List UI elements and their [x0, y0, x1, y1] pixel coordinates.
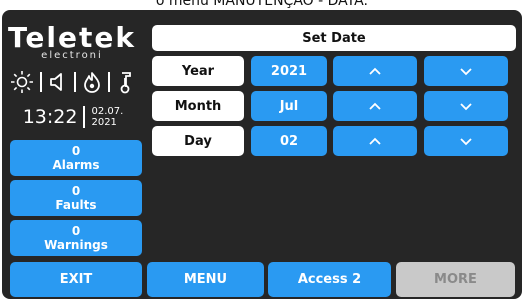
more-button[interactable]: MORE [396, 262, 515, 297]
month-increase-button[interactable] [333, 91, 417, 121]
access-level-button[interactable]: Access 2 [268, 262, 391, 297]
brand-name: Teletek [8, 21, 136, 54]
clock-display: 13:22 02.07. 2021 [10, 102, 136, 132]
speaker-icon [48, 71, 68, 93]
thermometer-icon [116, 70, 134, 94]
sun-icon [10, 70, 34, 94]
year-value: 2021 [251, 56, 327, 86]
clock-date: 02.07. 2021 [91, 106, 123, 128]
menu-button[interactable]: MENU [147, 262, 264, 297]
faults-count: 0 [71, 184, 81, 198]
warnings-label: Warnings [44, 238, 108, 252]
clock-time: 13:22 [22, 106, 78, 128]
faults-label: Faults [55, 198, 97, 212]
year-decrease-button[interactable] [424, 56, 508, 86]
month-decrease-button[interactable] [424, 91, 508, 121]
panel-screen: Teletek electroni 13:22 02.07. 2021 0 Al… [2, 10, 522, 299]
day-value: 02 [251, 126, 327, 156]
year-label: Year [152, 56, 244, 86]
alarms-button[interactable]: 0 Alarms [10, 140, 142, 176]
status-icons [10, 69, 134, 95]
month-value: Jul [251, 91, 327, 121]
chevron-down-icon [460, 137, 472, 145]
flame-icon [82, 71, 102, 93]
chevron-up-icon [369, 102, 381, 110]
set-date-title: Set Date [152, 25, 516, 51]
day-decrease-button[interactable] [424, 126, 508, 156]
exit-button[interactable]: EXIT [10, 262, 142, 297]
clock-date-year: 2021 [91, 117, 117, 128]
day-label: Day [152, 126, 244, 156]
chevron-up-icon [369, 67, 381, 75]
icon-divider [74, 72, 76, 92]
month-label: Month [152, 91, 244, 121]
clock-date-day: 02.07. [91, 106, 124, 117]
faults-button[interactable]: 0 Faults [10, 180, 142, 216]
page-caption: o menu MANUTENÇÃO - DATA: [155, 0, 369, 9]
clock-divider [83, 106, 86, 128]
chevron-down-icon [460, 102, 472, 110]
year-increase-button[interactable] [333, 56, 417, 86]
alarms-count: 0 [71, 144, 81, 158]
icon-divider [108, 72, 110, 92]
alarms-label: Alarms [52, 158, 100, 172]
chevron-up-icon [369, 137, 381, 145]
chevron-down-icon [460, 67, 472, 75]
brand-logo: Teletek electroni [8, 24, 136, 62]
day-increase-button[interactable] [333, 126, 417, 156]
warnings-button[interactable]: 0 Warnings [10, 220, 142, 256]
icon-divider [40, 72, 42, 92]
warnings-count: 0 [71, 224, 81, 238]
